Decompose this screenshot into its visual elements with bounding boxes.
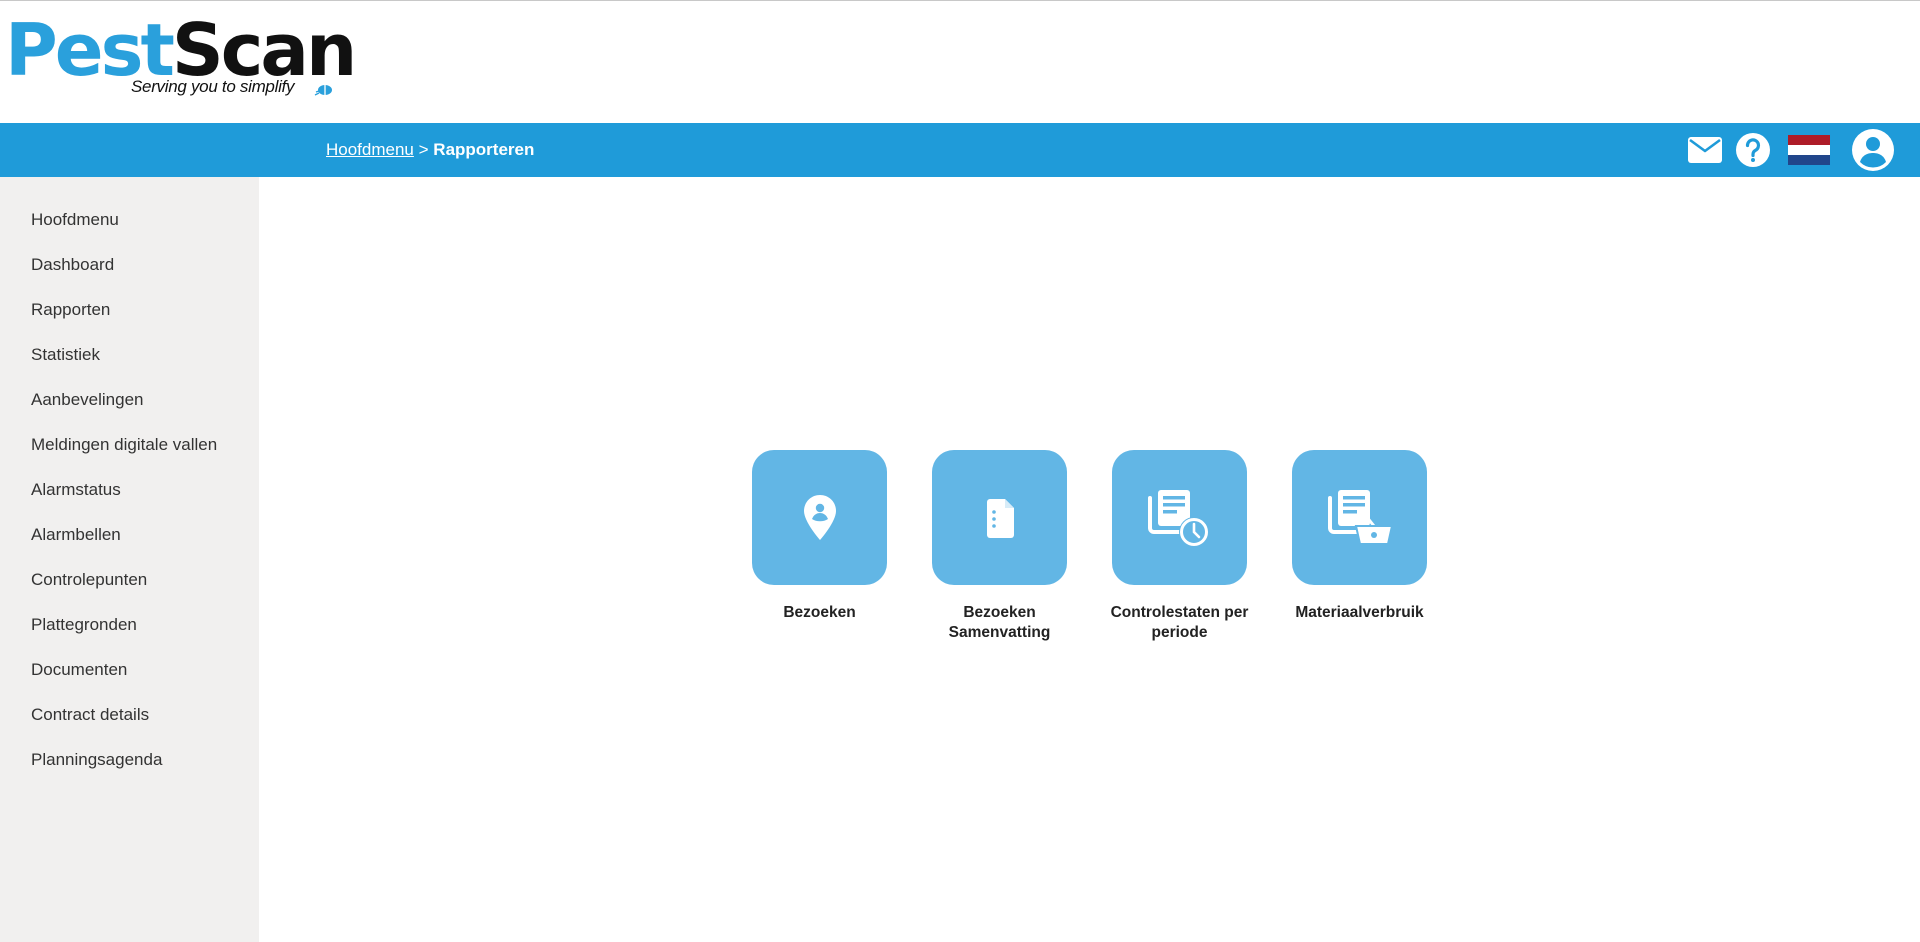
sidebar-item-alarmbellen[interactable]: Alarmbellen (0, 512, 259, 557)
logo-wordmark: PestScan (5, 14, 357, 86)
location-person-icon (803, 494, 836, 540)
top-border (0, 0, 1920, 1)
tile-label: Materiaalverbruik (1295, 604, 1424, 621)
tile-materiaalverbruik-button[interactable] (1292, 450, 1427, 585)
sidebar-item-alarmstatus[interactable]: Alarmstatus (0, 467, 259, 512)
documents-clock-icon (1147, 489, 1209, 547)
tile-label: Bezoeken (783, 604, 856, 621)
mail-icon[interactable] (1686, 123, 1724, 177)
report-tiles: Bezoeken Bezoeken Samenvatting Controles… (752, 450, 1427, 643)
sidebar-item-controlepunten[interactable]: Controlepunten (0, 557, 259, 602)
user-account-icon[interactable] (1850, 123, 1896, 177)
breadcrumb: Hoofdmenu > Rapporteren (326, 123, 534, 177)
bug-logo-icon (314, 85, 332, 96)
sidebar-item-contract-details[interactable]: Contract details (0, 692, 259, 737)
sidebar-item-statistiek[interactable]: Statistiek (0, 332, 259, 377)
tile-bezoeken-button[interactable] (752, 450, 887, 585)
breadcrumb-link-hoofdmenu[interactable]: Hoofdmenu (326, 140, 414, 159)
sidebar-item-dashboard[interactable]: Dashboard (0, 242, 259, 287)
sidebar-item-aanbevelingen[interactable]: Aanbevelingen (0, 377, 259, 422)
sidebar-item-meldingen-digitale-vallen[interactable]: Meldingen digitale vallen (0, 422, 259, 467)
breadcrumb-separator: > (418, 140, 429, 159)
flag-nl-icon[interactable] (1787, 123, 1831, 177)
sidebar-item-plattegronden[interactable]: Plattegronden (0, 602, 259, 647)
breadcrumb-current: Rapporteren (433, 140, 535, 159)
sidebar-item-rapporten[interactable]: Rapporten (0, 287, 259, 332)
tile-label: Controlestaten per periode (1110, 604, 1249, 641)
tile-materiaalverbruik[interactable]: Materiaalverbruik (1292, 450, 1427, 643)
sidebar-item-planningsagenda[interactable]: Planningsagenda (0, 737, 259, 782)
tile-bezoeken[interactable]: Bezoeken (752, 450, 887, 643)
sidebar-item-hoofdmenu[interactable]: Hoofdmenu (0, 197, 259, 242)
top-navbar: Hoofdmenu > Rapporteren (0, 123, 1920, 177)
document-icon (986, 498, 1014, 538)
tile-bezoeken-samenvatting-button[interactable] (932, 450, 1067, 585)
tile-controlestaten-button[interactable] (1112, 450, 1247, 585)
documents-basket-icon (1327, 489, 1393, 545)
sidebar-menu: Hoofdmenu Dashboard Rapporten Statistiek… (0, 177, 259, 782)
sidebar: Hoofdmenu Dashboard Rapporten Statistiek… (0, 177, 259, 942)
help-icon[interactable] (1734, 123, 1772, 177)
sidebar-item-documenten[interactable]: Documenten (0, 647, 259, 692)
logo-tagline: Serving you to simplify (131, 77, 295, 96)
pestscan-logo[interactable]: PestScan Serving you to simplify (5, 14, 357, 104)
tile-bezoeken-samenvatting[interactable]: Bezoeken Samenvatting (932, 450, 1067, 643)
tile-label: Bezoeken Samenvatting (948, 604, 1051, 641)
tile-controlestaten-per-periode[interactable]: Controlestaten per periode (1111, 450, 1248, 643)
